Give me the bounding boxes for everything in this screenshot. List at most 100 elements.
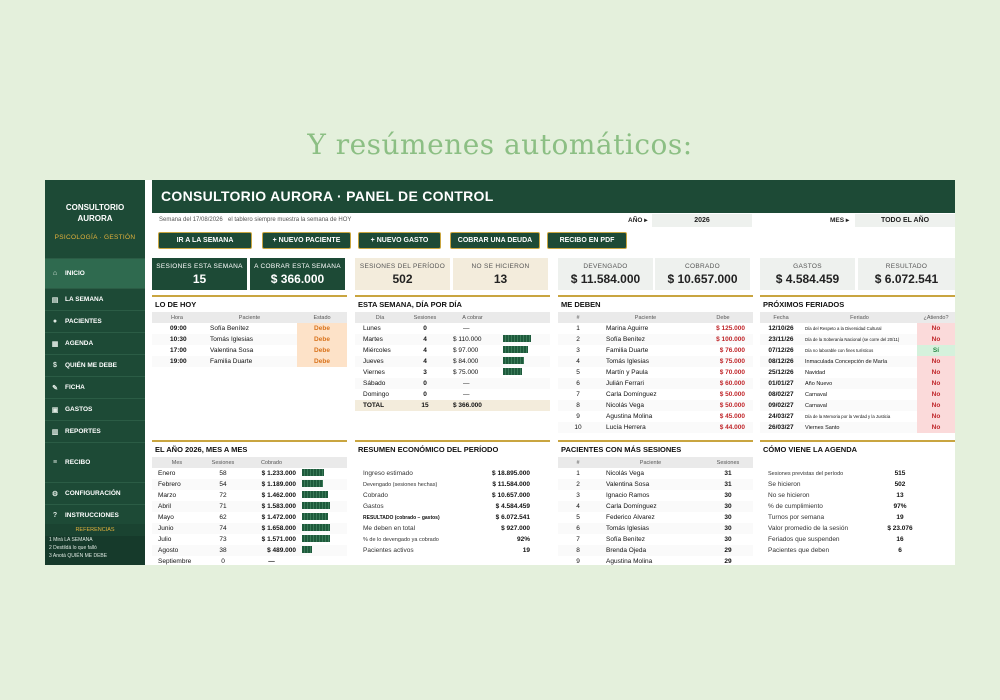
week-bar <box>503 357 524 364</box>
collect-debt-button[interactable]: COBRAR UNA DEUDA <box>450 232 540 249</box>
bar-cell <box>500 335 550 344</box>
time-cell: 19:00 <box>170 358 187 365</box>
patient-cell: Federico Álvarez <box>606 514 655 521</box>
agenda-value: 97% <box>893 503 907 510</box>
question-icon: ? <box>52 512 58 519</box>
sidebar-nav: ⌂ INICIO ▤ LA SEMANA ● PACIENTES ▦ AGENDA $ QUIÉN… <box>45 258 145 526</box>
attend-badge: No <box>917 356 955 367</box>
today-title: LO DE HOY <box>152 295 347 309</box>
week-row: Martes 4 $ 110.000 <box>355 334 550 345</box>
collected-cell: $ 1.571.000 <box>261 536 296 543</box>
today-row: 09:00 Sofía Benítez Debe <box>152 323 347 334</box>
sidebar-item-document[interactable]: ▣ GASTOS <box>45 398 145 420</box>
holiday-cell: Día no laborable con fines turísticos <box>805 348 874 353</box>
debt-row: 10 Lucía Herrera $ 44.000 <box>558 422 753 433</box>
month-cell: Agosto <box>158 547 179 554</box>
collected-cell: $ 489.000 <box>267 547 296 554</box>
top-patient-row: 2 Valentina Sosa 31 <box>558 479 753 490</box>
sidebar-item-gear[interactable]: ⚙ CONFIGURACIÓN <box>45 482 145 504</box>
agenda-row: Pacientes que deben 6 <box>760 545 955 556</box>
date-cell: 01/01/27 <box>768 380 794 387</box>
week-note: Semana del 17/08/2026 <box>159 217 223 223</box>
sessions-cell: 4 <box>423 358 427 365</box>
rank-cell: 4 <box>576 358 580 365</box>
rank-cell: 1 <box>576 470 580 477</box>
sidebar-item-home[interactable]: ⌂ INICIO <box>45 258 145 288</box>
bar-cell <box>299 491 347 500</box>
agenda-row: Feriados que suspenden 16 <box>760 534 955 545</box>
go-to-week-button[interactable]: IR A LA SEMANA <box>158 232 252 249</box>
agenda-value: $ 23.076 <box>887 525 913 532</box>
month-cell: Abril <box>158 503 172 510</box>
new-patient-button[interactable]: + NUEVO PACIENTE <box>262 232 351 249</box>
sidebar-item-person[interactable]: ● PACIENTES <box>45 310 145 332</box>
sidebar-item-calendar[interactable]: ▦ AGENDA <box>45 332 145 354</box>
month-cell: Mayo <box>158 514 174 521</box>
holiday-row: 08/02/27 Carnaval No <box>760 389 955 400</box>
sessions-cell: 54 <box>219 481 227 488</box>
summary-value: $ 10.657.000 <box>492 492 530 499</box>
month-cell: Febrero <box>158 481 181 488</box>
time-cell: 09:00 <box>170 325 187 332</box>
holiday-row: 07/12/26 Día no laborable con fines turís… <box>760 345 955 356</box>
date-cell: 25/12/26 <box>768 369 794 376</box>
debts-title: ME DEBEN <box>558 295 753 309</box>
month-cell: Julio <box>158 536 172 543</box>
new-expense-button[interactable]: + NUEVO GASTO <box>358 232 441 249</box>
date-cell: 07/12/26 <box>768 347 794 354</box>
year-select[interactable]: 2026 <box>652 214 752 227</box>
patient-cell: Agustina Molina <box>606 558 653 565</box>
month-row: Agosto 38 $ 489.000 <box>152 545 347 556</box>
agenda-row: Turnos por semana 19 <box>760 512 955 523</box>
summary-value: 19 <box>522 547 530 554</box>
month-bar <box>302 480 323 487</box>
sidebar-item-label: PACIENTES <box>65 318 102 325</box>
debts-card: ME DEBEN # Paciente Debe 1 Marina Aguirre… <box>558 295 753 437</box>
bar-cell <box>299 535 347 544</box>
sidebar-item-money-bag[interactable]: $ QUIÉN ME DEBE <box>45 354 145 376</box>
amount-cell: $ 97.000 <box>453 347 479 354</box>
summary-label: RESULTADO (cobrado − gastos) <box>363 514 440 521</box>
dashboard-screenshot: CONSULTORIO AURORA PSICOLOGÍA · GESTIÓN … <box>45 180 955 565</box>
months-table: Enero 58 $ 1.233.000 Febrero 54 $ 1.189.000 Ma… <box>152 468 347 565</box>
rank-cell: 5 <box>576 369 580 376</box>
kpi-result: RESULTADO $ 6.072.541 <box>858 258 955 290</box>
rank-cell: 9 <box>576 558 580 565</box>
rank-cell: 4 <box>576 503 580 510</box>
sidebar-item-receipt[interactable]: ≡ RECIBO <box>45 442 145 482</box>
home-icon: ⌂ <box>52 270 58 277</box>
month-select[interactable]: TODO EL AÑO <box>855 214 955 227</box>
holiday-cell: Día del Respeto a la Diversidad Cultural <box>805 326 882 331</box>
attend-badge: No <box>917 389 955 400</box>
rank-cell: 7 <box>576 391 580 398</box>
bar-cell <box>500 346 550 355</box>
date-cell: 08/12/26 <box>768 358 794 365</box>
holiday-cell: Carnaval <box>805 402 828 409</box>
agenda-row: Se hicieron 502 <box>760 479 955 490</box>
gear-icon: ⚙ <box>51 490 59 498</box>
amount-cell: — <box>463 380 470 387</box>
patient-cell: Sofía Benítez <box>210 325 250 332</box>
kpi-to-collect-week: A COBRAR ESTA SEMANA $ 366.000 <box>250 258 345 290</box>
month-row: Mayo 62 $ 1.472.000 <box>152 512 347 523</box>
summary-value: $ 4.584.459 <box>495 503 530 510</box>
month-cell: Junio <box>158 525 174 532</box>
patient-cell: Familia Duarte <box>606 347 649 354</box>
sessions-cell: 72 <box>219 492 227 499</box>
sidebar-item-chat[interactable]: ✎ FICHA <box>45 376 145 398</box>
summary-value: 92% <box>516 536 530 543</box>
day-cell: Domingo <box>363 391 390 398</box>
months-title: EL AÑO 2026, MES A MES <box>152 440 347 454</box>
day-cell: Lunes <box>363 325 381 332</box>
week-title: ESTA SEMANA, DÍA POR DÍA <box>355 295 550 309</box>
sidebar-item-question[interactable]: ? INSTRUCCIONES <box>45 504 145 526</box>
sidebar-item-calendar-week[interactable]: ▤ LA SEMANA <box>45 288 145 310</box>
sidebar-item-chart[interactable]: ▥ REPORTES <box>45 420 145 442</box>
week-bar <box>503 368 522 375</box>
pdf-receipt-button[interactable]: RECIBO EN PDF <box>547 232 627 249</box>
debt-amount: $ 100.000 <box>716 336 745 343</box>
day-cell: Jueves <box>363 358 384 365</box>
holiday-cell: Viernes Santo <box>805 424 840 431</box>
status-badge: Debe <box>297 323 347 334</box>
month-row: Septiembre 0 — <box>152 556 347 565</box>
